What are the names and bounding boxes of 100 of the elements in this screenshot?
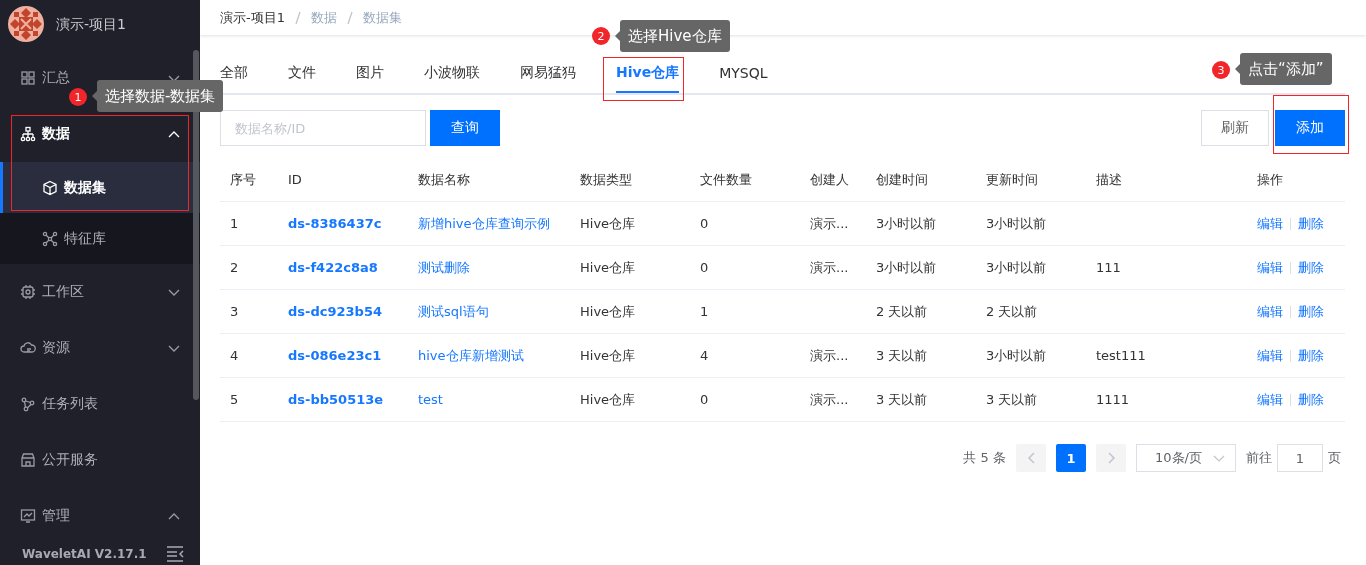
column-header: ID [288,172,302,187]
edit-link[interactable]: 编辑 [1257,347,1283,363]
table-cell: Hive仓库 [580,215,636,231]
tab[interactable]: 文件 [288,55,316,93]
page-input[interactable]: 1 [1277,444,1323,472]
goto-label: 前往 [1246,449,1272,467]
page-button[interactable]: 1 [1056,444,1086,472]
delete-link[interactable]: 删除 [1298,391,1324,407]
logo-icon [8,5,44,42]
monitor-icon [20,508,36,524]
tooltip-pointer [1235,64,1240,74]
collapse-menu-icon[interactable] [166,545,184,563]
link[interactable]: ds-086e23c1 [288,348,382,363]
chevron-down-icon[interactable] [168,288,180,296]
menu-item[interactable]: 资源 [0,320,200,376]
delete-link[interactable]: 删除 [1298,303,1324,319]
total-count: 共 5 条 [963,449,1006,467]
slash-icon [292,10,303,25]
edit-link[interactable]: 编辑 [1257,391,1283,407]
delete-link[interactable]: 删除 [1298,259,1324,275]
delete-link[interactable]: 删除 [1298,215,1324,231]
link[interactable]: 新增hive仓库查询示例 [418,215,550,231]
hierarchy-icon [20,126,36,142]
table-cell: Hive仓库 [580,391,636,407]
link[interactable]: 测试删除 [418,259,470,275]
menu-item[interactable]: 管理 [0,488,200,543]
chevron-left-icon [1027,452,1035,464]
table-cell: 演示... [810,259,849,275]
table-cell: 1 [700,304,709,319]
callout-tooltip: 选择数据-数据集 [97,80,224,112]
tooltip-pointer [92,91,97,101]
tab[interactable]: MYSQL [719,55,768,93]
link[interactable]: test [418,392,443,407]
table-cell: 0 [700,216,709,231]
link[interactable]: ds-8386437c [288,216,382,231]
page-suffix: 页 [1328,449,1341,467]
slash-icon [344,10,355,25]
search-field[interactable]: 数据名称/ID [220,110,426,146]
edit-link[interactable]: 编辑 [1257,215,1283,231]
link[interactable]: ds-f422c8a8 [288,260,378,275]
table-cell: 3小时以前 [986,259,1047,275]
table-cell: 0 [700,392,709,407]
table-cell: Hive仓库 [580,347,636,363]
step-number: 3 [1212,61,1230,79]
link[interactable]: hive仓库新增测试 [418,347,524,363]
table-cell: 2 天以前 [876,303,928,319]
molecule-icon [42,230,58,247]
tab[interactable]: 网易猛犸 [520,55,576,93]
cloud-icon [20,340,36,356]
table-cell: 2 天以前 [986,303,1038,319]
tab[interactable]: 小波物联 [424,55,480,93]
version-label: WaveletAI V2.17.1 [22,547,147,561]
table-cell: 0 [700,260,709,275]
column-header: 创建人 [810,171,849,187]
chevron-up-icon[interactable] [168,512,180,520]
table-cell: 3 天以前 [876,347,928,363]
table-cell: 4 [700,348,709,363]
chevron-right-icon [1107,452,1115,464]
breadcrumb-item[interactable]: 数据集 [362,8,402,27]
table-cell: 3 天以前 [876,391,928,407]
submenu-item[interactable]: 特征库 [0,213,200,264]
column-header: 更新时间 [986,171,1038,187]
chevron-down-icon[interactable] [168,344,180,352]
page-size-select[interactable]: 10条/页 [1136,444,1236,472]
callout-tooltip: 点击“添加” [1240,53,1332,85]
refresh-button[interactable]: 刷新 [1201,110,1269,146]
column-header: 数据类型 [580,171,632,187]
table-cell: test111 [1096,348,1146,363]
table-cell: 3小时以前 [986,215,1047,231]
breadcrumb-item[interactable]: 数据 [310,8,337,27]
chip-icon [20,284,36,300]
store-icon [20,452,36,468]
menu-item[interactable]: 公开服务 [0,432,200,488]
menu-item[interactable]: 任务列表 [0,376,200,432]
table-cell: 3 天以前 [986,391,1038,407]
delete-link[interactable]: 删除 [1298,347,1324,363]
query-button[interactable]: 查询 [430,110,500,146]
link[interactable]: ds-bb50513e [288,392,384,407]
column-header: 描述 [1096,171,1122,187]
submenu-item[interactable]: 数据集 [0,162,200,213]
menu-item[interactable]: 工作区 [0,264,200,320]
edit-link[interactable]: 编辑 [1257,303,1283,319]
link[interactable]: 测试sql语句 [418,303,489,319]
project-name: 演示-项目1 [56,16,126,34]
table-cell: 3小时以前 [986,347,1047,363]
table-cell: 演示... [810,391,849,407]
add-button[interactable]: 添加 [1275,110,1345,146]
table-cell: 2 [230,260,239,275]
table-cell: Hive仓库 [580,303,636,319]
table-cell: 4 [230,348,239,363]
column-header: 操作 [1257,171,1283,187]
table-cell: 演示... [810,347,849,363]
breadcrumb-item[interactable]: 演示-项目1 [220,8,285,27]
link[interactable]: ds-dc923b54 [288,304,382,319]
table-cell: 3小时以前 [876,259,937,275]
edit-link[interactable]: 编辑 [1257,259,1283,275]
tab[interactable]: Hive仓库 [616,55,680,93]
cube-icon [42,179,58,196]
table-cell: 演示... [810,215,849,231]
tab[interactable]: 图片 [356,55,384,93]
